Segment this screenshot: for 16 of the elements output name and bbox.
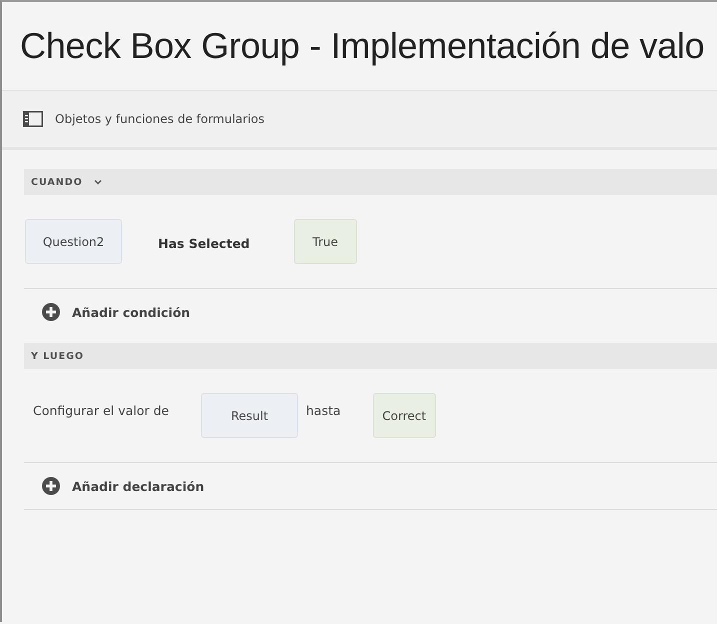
section-header[interactable]: CUANDO [24, 169, 717, 195]
value-chip[interactable]: True [294, 219, 357, 264]
statement-text: Configurar el valor de [33, 403, 169, 418]
add-icon [42, 477, 60, 495]
statement-text: hasta [306, 403, 341, 418]
add-button[interactable]: Añadir condición [42, 303, 190, 321]
operator-label[interactable]: Has Selected [158, 236, 250, 251]
field-chip[interactable]: Question2 [25, 219, 122, 264]
section-header[interactable]: Y LUEGO [24, 343, 717, 369]
add-icon [42, 303, 60, 321]
toolbar-label[interactable]: Objetos y funciones de formularios [55, 112, 265, 126]
sidebar-toggle-icon[interactable] [23, 111, 43, 127]
field-chip[interactable]: Result [201, 393, 298, 438]
value-chip[interactable]: Correct [372, 393, 436, 438]
add-button[interactable]: Añadir declaración [42, 477, 204, 495]
page-title: Check Box Group - Implementación de valo [20, 25, 704, 67]
